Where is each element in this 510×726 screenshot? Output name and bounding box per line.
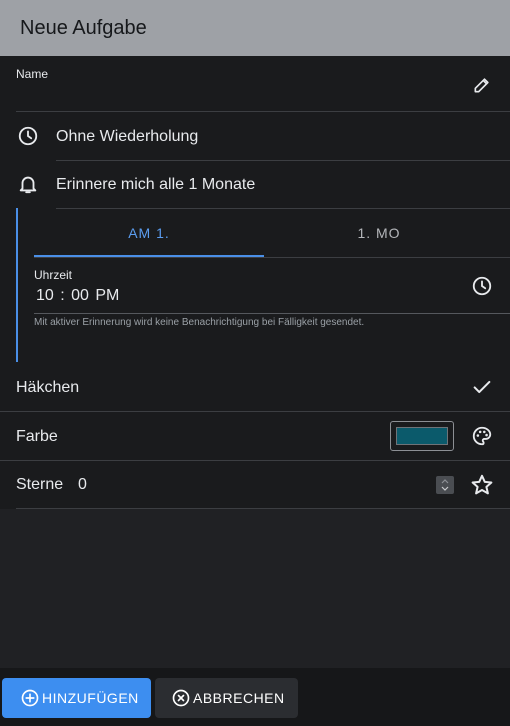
- color-picker-swatch[interactable]: [390, 421, 454, 451]
- stars-label: Sterne: [16, 476, 64, 493]
- check-icon[interactable]: [470, 375, 494, 399]
- name-input[interactable]: [16, 84, 456, 108]
- star-icon[interactable]: [470, 473, 494, 497]
- time-picker-clock-icon[interactable]: [470, 274, 494, 298]
- name-field-label: Name: [16, 67, 49, 81]
- time-input[interactable]: 10 : 00 PM: [36, 287, 119, 305]
- time-field-label: Uhrzeit: [34, 268, 73, 282]
- palette-icon[interactable]: [470, 424, 494, 448]
- add-button-label: HINZUFÜGEN: [42, 690, 139, 706]
- dialog-header: Neue Aufgabe: [0, 0, 510, 56]
- tab-weekday[interactable]: 1. MO: [264, 225, 494, 241]
- checkmark-label: Häkchen: [16, 379, 80, 396]
- divider: [16, 508, 510, 509]
- stars-stepper[interactable]: [436, 476, 454, 494]
- reminder-hint: Mit aktiver Erinnerung wird keine Benach…: [34, 317, 365, 328]
- divider: [34, 257, 510, 258]
- clock-icon: [16, 124, 40, 148]
- repeat-label: Ohne Wiederholung: [56, 128, 199, 145]
- divider: [0, 411, 510, 412]
- divider: [34, 313, 510, 314]
- add-circle-icon: [20, 688, 40, 708]
- cancel-circle-icon: [171, 688, 191, 708]
- add-button[interactable]: HINZUFÜGEN: [2, 678, 151, 718]
- color-swatch-fill: [396, 427, 448, 445]
- color-label: Farbe: [16, 428, 58, 445]
- edit-pencil-icon[interactable]: [470, 73, 494, 97]
- stars-value[interactable]: 0: [78, 476, 87, 494]
- tab-day-of-month[interactable]: AM 1.: [34, 225, 264, 241]
- cancel-button-label: ABBRECHEN: [193, 690, 285, 706]
- divider: [0, 460, 510, 461]
- bell-icon: [16, 172, 40, 196]
- reminder-label: Erinnere mich alle 1 Monate: [56, 176, 256, 193]
- cancel-button[interactable]: ABBRECHEN: [155, 678, 298, 718]
- dialog-title: Neue Aufgabe: [20, 17, 147, 39]
